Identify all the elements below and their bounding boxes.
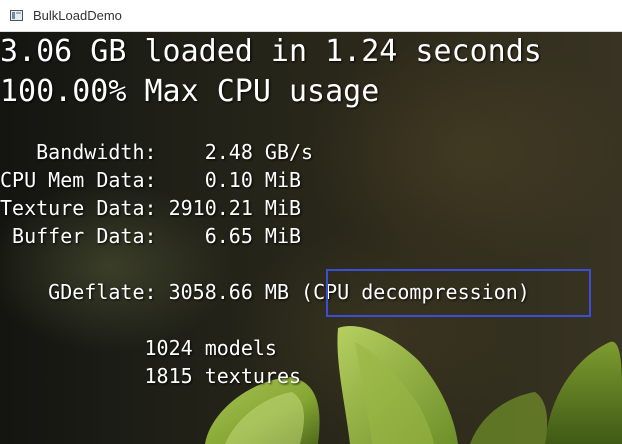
app-window-icon xyxy=(10,10,23,21)
app-window: BulkLoadDemo 3.06 GB loaded in 1.24 seco… xyxy=(0,0,622,444)
title-bar[interactable]: BulkLoadDemo xyxy=(0,0,622,32)
texture-data-stat: Texture Data: 2910.21 MiB xyxy=(0,196,302,220)
load-summary-headline: 3.06 GB loaded in 1.24 seconds xyxy=(0,34,542,69)
gdeflate-value: GDeflate: 3058.66 MB xyxy=(0,280,302,304)
bandwidth-stat: Bandwidth: 2.48 GB/s xyxy=(0,140,314,164)
cpu-mem-data-stat: CPU Mem Data: 0.10 MiB xyxy=(0,168,302,192)
leaf-right-mid xyxy=(470,392,548,444)
cpu-usage-headline: 100.00% Max CPU usage xyxy=(0,74,380,109)
buffer-data-stat: Buffer Data: 6.65 MiB xyxy=(0,224,302,248)
models-count: 1024 models xyxy=(0,336,277,360)
textures-count: 1815 textures xyxy=(0,364,302,388)
decompression-mode-highlight xyxy=(326,269,591,317)
render-viewport[interactable]: 3.06 GB loaded in 1.24 seconds 100.00% M… xyxy=(0,32,622,444)
leaf-right xyxy=(545,341,622,444)
window-title: BulkLoadDemo xyxy=(33,8,122,23)
